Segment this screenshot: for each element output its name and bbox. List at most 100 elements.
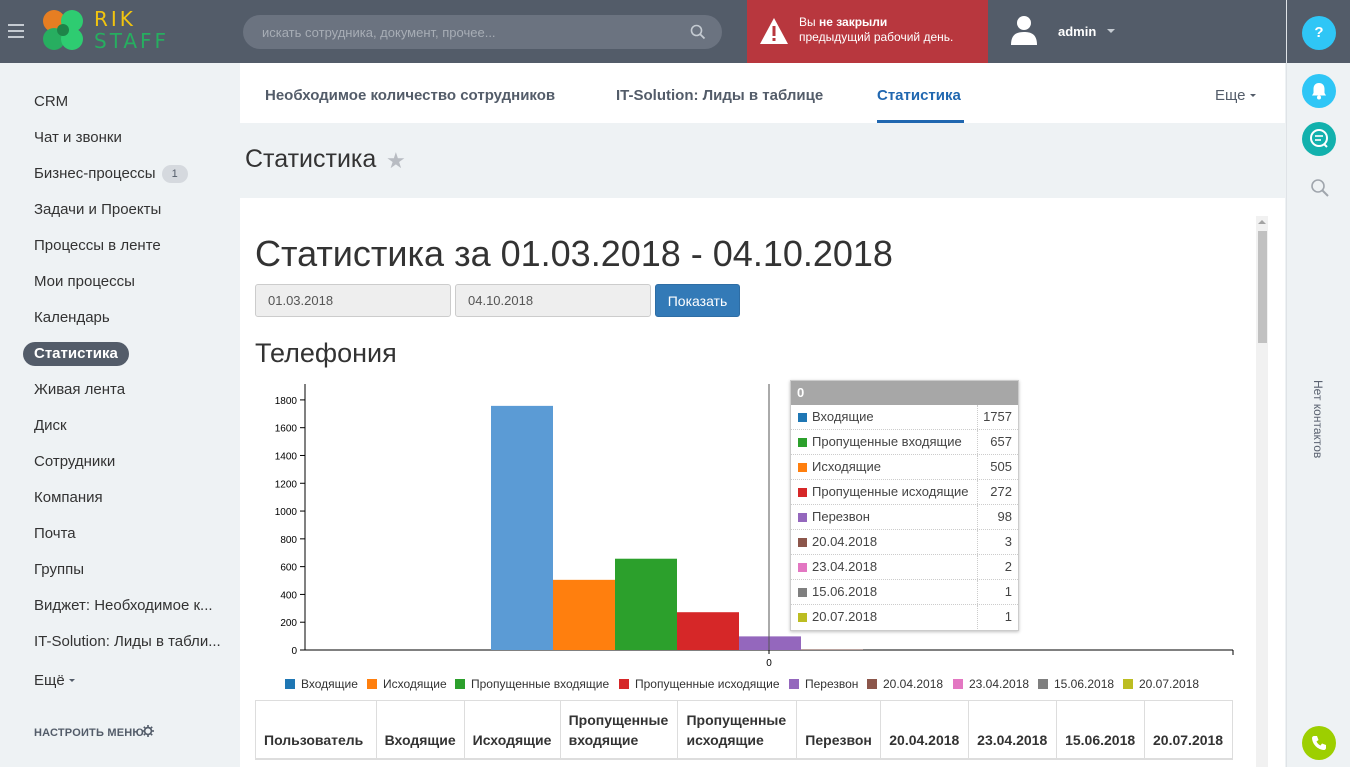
counter-badge: 1 xyxy=(161,165,188,183)
sidebar-item-statistics[interactable]: Статистика xyxy=(23,342,129,366)
sidebar-item-my-processes[interactable]: Мои процессы xyxy=(34,270,135,294)
table-column-header[interactable]: Пользователь xyxy=(255,700,377,760)
setup-menu-button[interactable]: НАСТРОИТЬ МЕНЮ xyxy=(34,727,144,739)
y-tick-label: 800 xyxy=(280,535,297,546)
table-column-header[interactable]: 20.04.2018 xyxy=(880,700,970,760)
top-header: RIK STAFF Вы не закрыли предыдущий рабоч… xyxy=(0,0,1286,63)
notifications-button[interactable] xyxy=(1302,74,1336,108)
sidebar-item-label: Бизнес-процессы xyxy=(34,165,156,182)
tab-it-solution-leads[interactable]: IT-Solution: Лиды в таблице xyxy=(616,87,823,104)
table-column-header[interactable]: Пропущенные исходящие xyxy=(677,700,798,760)
tab-statistics[interactable]: Статистика xyxy=(877,87,961,104)
sidebar-item-widget[interactable]: Виджет: Необходимое к... xyxy=(34,594,213,618)
top-tabs: Необходимое количество сотрудников IT-So… xyxy=(240,63,1285,123)
tooltip-series-name: 15.06.2018 xyxy=(812,584,878,599)
sidebar-item-tasks[interactable]: Задачи и Проекты xyxy=(34,198,161,222)
sidebar-item-disk[interactable]: Диск xyxy=(34,414,67,438)
y-tick-label: 1000 xyxy=(275,507,298,518)
statistics-table: Пользователь Входящие Исходящие Пропущенные… xyxy=(255,700,1233,760)
telephony-chart: 0 200 400 600 800 1000 1200 1400 1600 1800 0 xyxy=(240,378,1250,698)
sidebar-item-calendar[interactable]: Календарь xyxy=(34,306,110,330)
phone-icon xyxy=(1312,736,1326,750)
search-icon[interactable] xyxy=(1310,178,1330,198)
page-title: Статистика xyxy=(245,145,377,173)
search-icon[interactable] xyxy=(690,24,706,40)
table-column-header[interactable]: 23.04.2018 xyxy=(968,700,1058,760)
left-sidebar: CRM Чат и звонки Бизнес-процессы 1 Задачи… xyxy=(0,63,240,767)
tooltip-title: 0 xyxy=(791,381,1018,405)
table-column-header[interactable]: 15.06.2018 xyxy=(1056,700,1146,760)
contacts-empty-label: Нет контактов xyxy=(1311,380,1325,459)
scrollbar-thumb[interactable] xyxy=(1258,231,1267,343)
user-menu[interactable]: admin xyxy=(1010,0,1130,63)
tooltip-swatch xyxy=(798,513,807,522)
search-box[interactable] xyxy=(243,15,722,49)
tab-required-staff[interactable]: Необходимое количество сотрудников xyxy=(265,87,555,104)
sidebar-item-live-feed[interactable]: Живая лента xyxy=(34,378,125,402)
date-to-field[interactable] xyxy=(455,284,651,317)
warning-icon xyxy=(760,18,788,44)
sidebar-item-mail[interactable]: Почта xyxy=(34,522,76,546)
table-header-row: Пользователь Входящие Исходящие Пропущенные… xyxy=(255,700,1233,760)
tabs-more-label: Еще xyxy=(1215,87,1246,104)
show-button[interactable]: Показать xyxy=(655,284,740,317)
table-column-header[interactable]: Перезвон xyxy=(796,700,882,760)
call-button[interactable] xyxy=(1302,726,1336,760)
legend-swatch xyxy=(1123,679,1133,689)
tooltip-row: 15.06.2018 1 xyxy=(791,580,1018,605)
tooltip-swatch xyxy=(798,488,807,497)
table-column-header[interactable]: Входящие xyxy=(375,700,465,760)
content-panel: Статистика за 01.03.2018 - 04.10.2018 По… xyxy=(240,198,1285,767)
legend-label: 20.04.2018 xyxy=(883,677,944,691)
scroll-up-arrow-icon[interactable] xyxy=(1258,220,1266,224)
y-tick-label: 1800 xyxy=(275,396,298,407)
chart-tooltip: 0 Входящие 1757 Пропущенные входящие 657 Исх… xyxy=(790,380,1019,631)
logo[interactable]: RIK STAFF xyxy=(38,5,166,57)
tooltip-row: 23.04.2018 2 xyxy=(791,555,1018,580)
star-icon[interactable]: ★ xyxy=(386,148,406,174)
sidebar-item-chat[interactable]: Чат и звонки xyxy=(34,126,122,150)
chart-bar xyxy=(491,405,553,650)
y-tick-label: 200 xyxy=(280,618,297,629)
gear-icon[interactable] xyxy=(142,725,154,737)
search-input[interactable] xyxy=(243,15,722,49)
date-from-field[interactable] xyxy=(255,284,451,317)
sidebar-item-crm[interactable]: CRM xyxy=(34,90,68,114)
sidebar-item-employees[interactable]: Сотрудники xyxy=(34,450,115,474)
help-button[interactable]: ? xyxy=(1302,16,1336,50)
menu-toggle-icon[interactable] xyxy=(8,24,24,38)
y-tick-label: 1600 xyxy=(275,424,298,435)
tooltip-swatch xyxy=(798,413,807,422)
chat-search-icon xyxy=(1310,129,1328,148)
sidebar-item-groups[interactable]: Группы xyxy=(34,558,84,582)
sidebar-item-more[interactable]: Ещё xyxy=(34,669,75,693)
chevron-down-icon xyxy=(1249,94,1256,97)
sidebar-item-it-solution[interactable]: IT-Solution: Лиды в табли... xyxy=(34,630,221,654)
tooltip-swatch xyxy=(798,613,807,622)
tooltip-row: Входящие 1757 xyxy=(791,405,1018,430)
sidebar-item-company[interactable]: Компания xyxy=(34,486,103,510)
legend-swatch xyxy=(1038,679,1048,689)
tooltip-row: 20.04.2018 3 xyxy=(791,530,1018,555)
table-column-header[interactable]: Исходящие xyxy=(463,700,561,760)
chat-button[interactable] xyxy=(1302,122,1336,156)
tooltip-row: Перезвон 98 xyxy=(791,505,1018,530)
tooltip-series-value: 505 xyxy=(977,455,1019,479)
alert-message: Вы не закрыли предыдущий рабочий день. xyxy=(799,15,953,45)
legend-swatch xyxy=(455,679,465,689)
bar-chart: 0 200 400 600 800 1000 1200 1400 1600 1800 0 xyxy=(275,384,1234,669)
report-heading: Статистика за 01.03.2018 - 04.10.2018 xyxy=(255,233,893,274)
tooltip-series-name: Входящие xyxy=(812,409,874,424)
legend-label: Входящие xyxy=(301,677,358,691)
tooltip-swatch xyxy=(798,538,807,547)
sidebar-item-label: Ещё xyxy=(34,672,65,689)
tabs-more-button[interactable]: Еще xyxy=(1215,87,1256,104)
workday-alert[interactable]: Вы не закрыли предыдущий рабочий день. xyxy=(747,0,988,63)
tooltip-swatch xyxy=(798,463,807,472)
sidebar-item-bizproc[interactable]: Бизнес-процессы 1 xyxy=(34,162,188,186)
sidebar-item-feed-processes[interactable]: Процессы в ленте xyxy=(34,234,161,258)
legend-label: Перезвон xyxy=(805,677,859,691)
table-column-header[interactable]: Пропущенные входящие xyxy=(559,700,679,760)
right-panel: ? Нет контактов xyxy=(1286,0,1350,767)
table-column-header[interactable]: 20.07.2018 xyxy=(1144,700,1233,760)
